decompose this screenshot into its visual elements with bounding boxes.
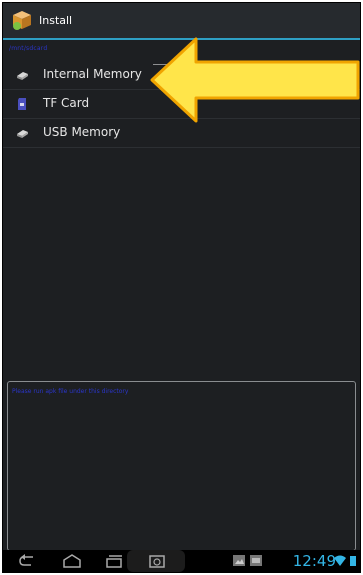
title-bar: Install: [3, 3, 360, 40]
clock: 12:49: [292, 552, 336, 570]
system-nav-bar: 12:49: [3, 550, 360, 572]
sd-card-icon: [18, 98, 26, 110]
storage-item-label: TF Card: [43, 96, 90, 110]
storage-item-label: Internal Memory: [43, 67, 142, 81]
recent-apps-icon[interactable]: [103, 553, 125, 569]
wifi-icon: [334, 555, 346, 566]
home-icon[interactable]: [61, 553, 83, 569]
storage-item-usb-memory[interactable]: USB Memory: [3, 119, 360, 148]
page-title: Install: [39, 14, 73, 27]
log-panel: Please run apk file under this directory: [7, 381, 356, 551]
back-icon[interactable]: [17, 553, 37, 569]
storage-item-label: USB Memory: [43, 125, 121, 139]
install-package-icon: [13, 11, 31, 30]
current-path: /mnt/sdcard: [9, 45, 48, 52]
pointer-arrow-icon: [150, 37, 360, 123]
screenshot-icon[interactable]: [148, 553, 166, 569]
battery-icon: [350, 556, 356, 566]
internal-storage-icon: [17, 72, 28, 80]
log-text: Please run apk file under this directory: [12, 388, 129, 395]
image-notification-icon: [250, 555, 262, 566]
gallery-notification-icon: [233, 555, 245, 566]
usb-storage-icon: [17, 130, 28, 138]
